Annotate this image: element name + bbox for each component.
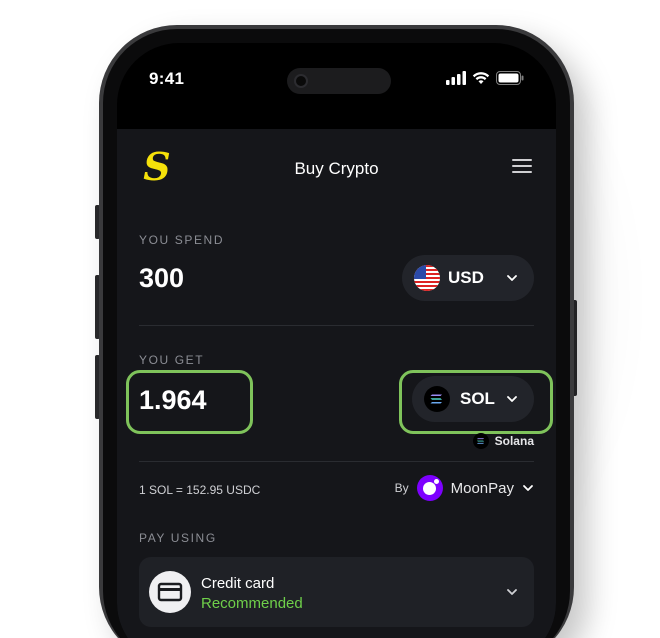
provider-by-label: By — [394, 481, 409, 495]
credit-card-icon-wrapper — [149, 571, 191, 613]
network-badge: Solana — [472, 433, 534, 449]
exchange-rate: 1 SOL = 152.95 USDC — [139, 483, 261, 497]
solana-icon — [472, 433, 489, 449]
dynamic-island — [287, 68, 391, 94]
network-name: Solana — [494, 434, 534, 448]
phone-screen: 9:41 S Buy Crypto YOU SPEND 300 USD YOU … — [117, 43, 556, 638]
buy-crypto-screen: S Buy Crypto YOU SPEND 300 USD YOU GET 1… — [117, 129, 556, 638]
get-label: YOU GET — [139, 353, 205, 367]
phone-bezel: 9:41 S Buy Crypto YOU SPEND 300 USD YOU … — [103, 29, 570, 638]
divider — [139, 461, 534, 462]
phone-frame: 9:41 S Buy Crypto YOU SPEND 300 USD YOU … — [99, 25, 574, 638]
camera-icon — [294, 74, 308, 88]
page-title: Buy Crypto — [294, 159, 379, 178]
pay-label: PAY USING — [139, 531, 217, 545]
spend-currency-code: USD — [448, 268, 484, 287]
chevron-down-icon — [523, 485, 533, 491]
payment-method-tag: Recommended — [201, 595, 303, 612]
us-flag-icon — [414, 265, 440, 291]
spend-label: YOU SPEND — [139, 233, 225, 247]
provider-selector[interactable]: By MoonPay — [395, 475, 534, 501]
signal-icon — [446, 71, 466, 85]
status-icons — [446, 71, 524, 85]
hamburger-menu-icon[interactable] — [512, 159, 532, 175]
moonpay-logo-icon — [416, 475, 443, 501]
spend-amount-input[interactable]: 300 — [139, 263, 184, 294]
status-time: 9:41 — [149, 69, 185, 88]
get-currency-highlight — [399, 370, 553, 434]
credit-card-icon — [157, 582, 183, 602]
chevron-down-icon — [507, 589, 517, 595]
wifi-icon — [472, 72, 490, 84]
payment-method-name: Credit card — [201, 575, 275, 592]
battery-icon — [496, 71, 524, 85]
provider-name: MoonPay — [450, 479, 514, 497]
get-amount-highlight — [126, 370, 253, 434]
payment-method-selector[interactable]: Credit card Recommended — [139, 557, 534, 627]
app-header: S Buy Crypto — [117, 129, 556, 199]
chevron-down-icon — [507, 275, 517, 281]
divider — [139, 325, 534, 326]
spend-currency-selector[interactable]: USD — [402, 255, 534, 301]
